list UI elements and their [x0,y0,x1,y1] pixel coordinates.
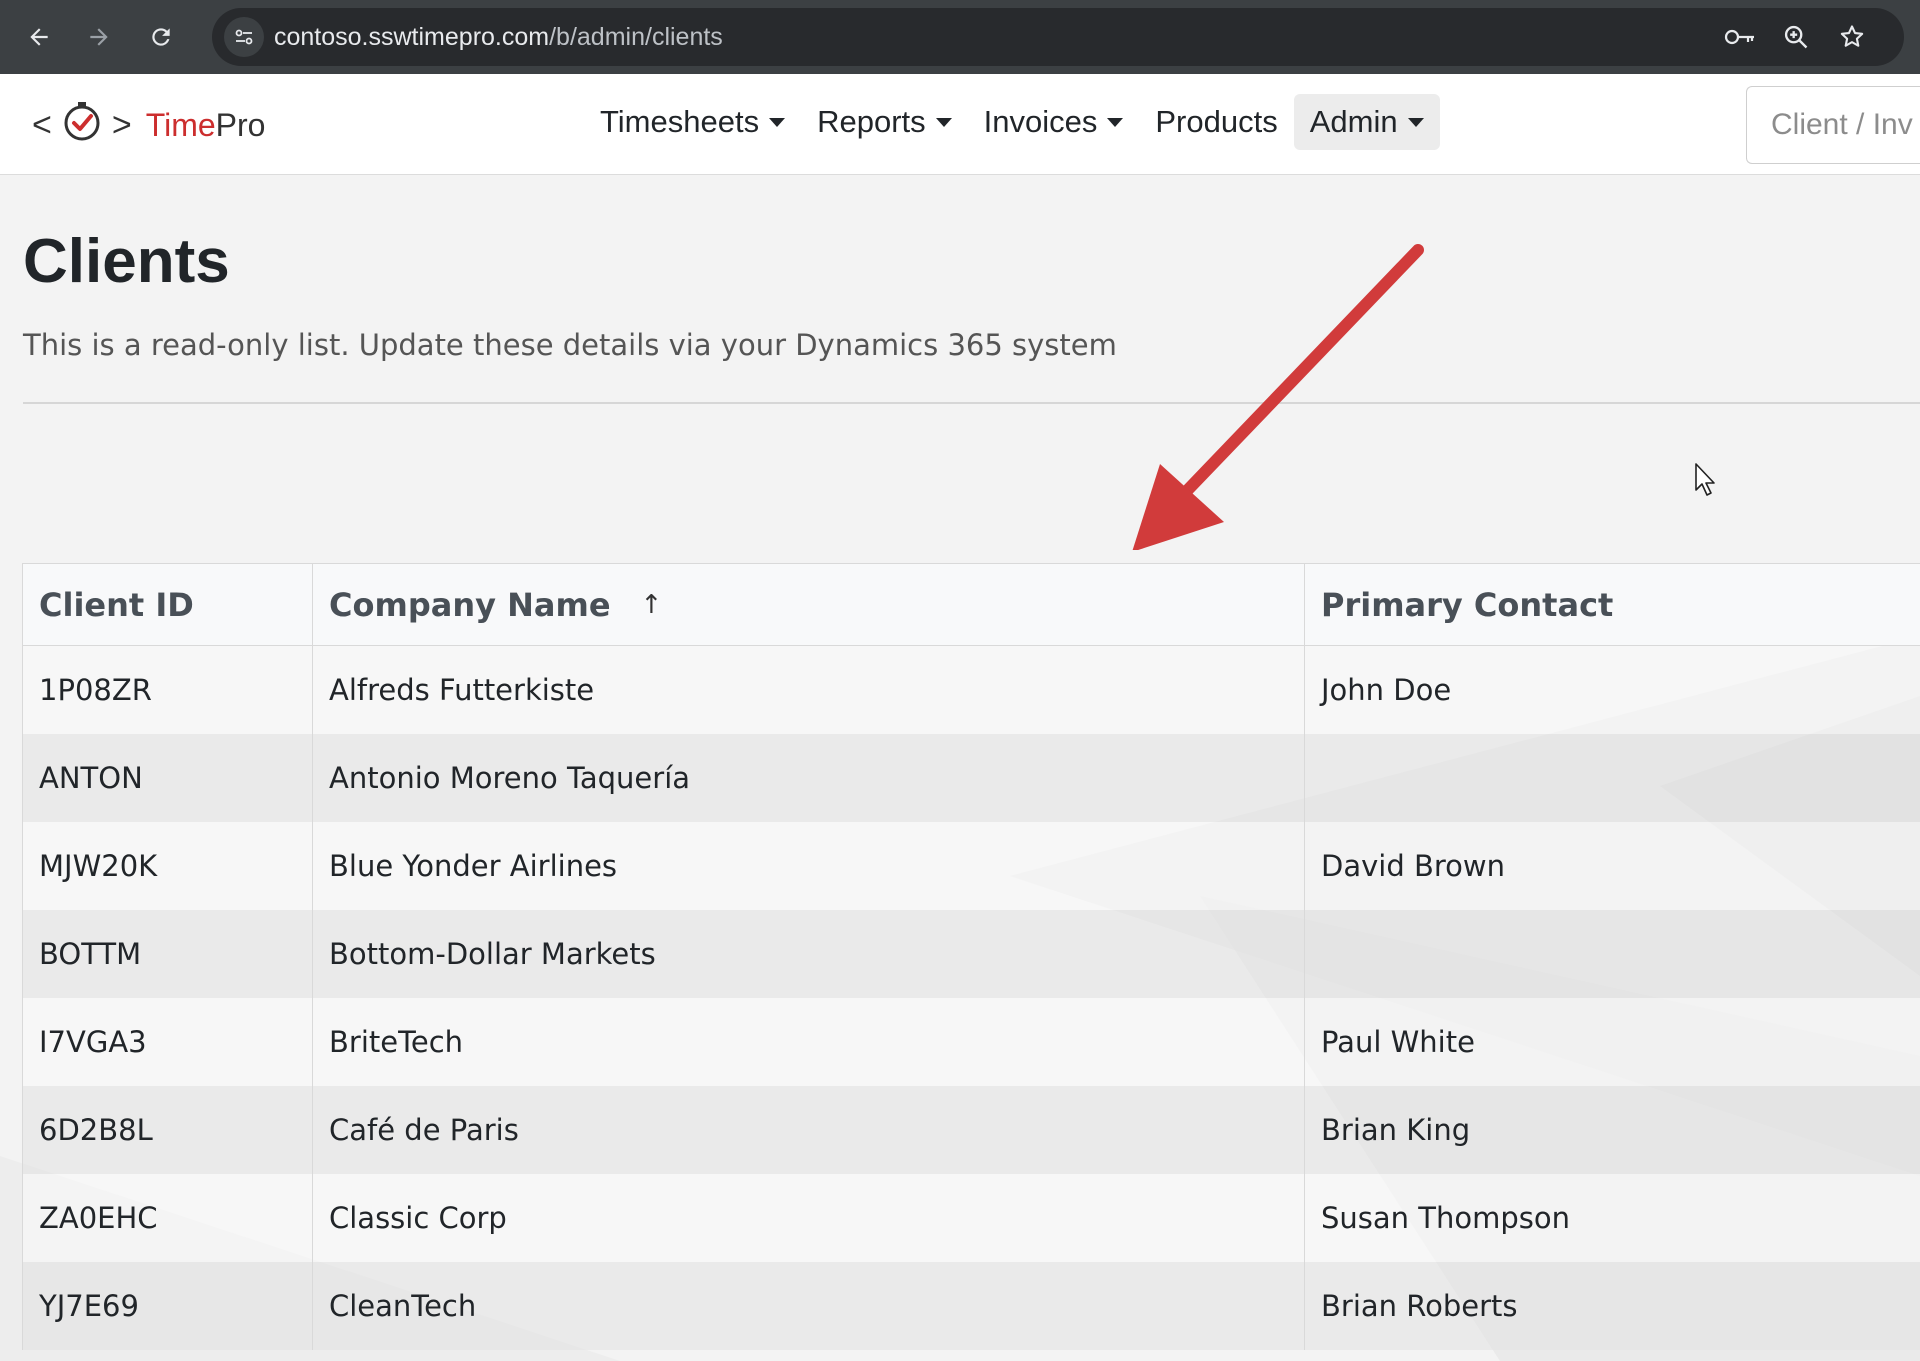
search-input[interactable] [1747,87,1920,163]
cell-client-id: YJ7E69 [22,1261,313,1350]
nav-timesheets[interactable]: Timesheets [584,94,801,150]
table-row[interactable]: 1P08ZR Alfreds Futterkiste John Doe [22,645,1920,734]
back-icon[interactable] [16,14,62,60]
column-header-company-name[interactable]: Company Name ↑ [312,563,1305,646]
cell-primary-contact: Susan Thompson [1304,1173,1920,1262]
reload-icon[interactable] [138,14,184,60]
brand-close-bracket: > [111,105,132,144]
bookmark-star-icon[interactable] [1832,17,1872,57]
cell-primary-contact: Brian Roberts [1304,1261,1920,1350]
nav-products-label: Products [1155,104,1278,139]
column-header-label: Primary Contact [1321,585,1614,624]
main-content: Clients This is a read-only list. Update… [0,176,1920,1361]
nav-invoices[interactable]: Invoices [968,94,1140,150]
nav-admin[interactable]: Admin [1293,94,1440,150]
mouse-pointer-icon [1695,463,1715,496]
nav-invoices-label: Invoices [983,104,1098,139]
cell-company-name: CleanTech [312,1261,1305,1350]
page-title: Clients [23,227,230,296]
cell-primary-contact: David Brown [1304,821,1920,910]
table-row[interactable]: BOTTM Bottom-Dollar Markets [22,909,1920,998]
cell-client-id: 6D2B8L [22,1085,313,1174]
caret-down-icon [1107,117,1124,127]
cell-primary-contact: John Doe [1304,645,1920,734]
url-path: /b/admin/clients [549,23,723,51]
cell-primary-contact [1304,733,1920,822]
nav-products[interactable]: Products [1139,94,1293,150]
stopwatch-icon [60,99,104,151]
table-row[interactable]: YJ7E69 CleanTech Brian Roberts [22,1261,1920,1350]
annotation-arrow [1132,244,1424,550]
table-row[interactable]: I7VGA3 BriteTech Paul White [22,997,1920,1086]
cell-client-id: ZA0EHC [22,1173,313,1262]
address-bar[interactable]: contoso.sswtimepro.com/b/admin/clients [212,8,1904,66]
table-row[interactable]: 6D2B8L Café de Paris Brian King [22,1085,1920,1174]
forward-icon[interactable] [76,14,122,60]
cell-client-id: ANTON [22,733,313,822]
cell-client-id: MJW20K [22,821,313,910]
caret-down-icon [769,117,786,127]
password-key-icon[interactable] [1720,17,1760,57]
clients-table: Client ID Company Name ↑ Primary Contact … [22,563,1920,1350]
column-header-label: Company Name [329,585,611,624]
cell-client-id: I7VGA3 [22,997,313,1086]
table-row[interactable]: ZA0EHC Classic Corp Susan Thompson [22,1173,1920,1262]
url-text[interactable]: contoso.sswtimepro.com/b/admin/clients [274,8,723,66]
column-header-label: Client ID [39,585,194,624]
caret-down-icon [1407,117,1424,127]
brand-pro: Pro [215,106,266,143]
browser-toolbar: contoso.sswtimepro.com/b/admin/clients [0,0,1920,74]
cell-primary-contact: Brian King [1304,1085,1920,1174]
site-settings-icon[interactable] [224,17,264,57]
cell-company-name: Bottom-Dollar Markets [312,909,1305,998]
zoom-icon[interactable] [1776,17,1816,57]
cell-primary-contact: Paul White [1304,997,1920,1086]
nav-timesheets-label: Timesheets [600,104,760,139]
app-header: < > Time Pro Timesheets Reports Invoices … [0,74,1920,175]
cell-company-name: BriteTech [312,997,1305,1086]
nav-reports[interactable]: Reports [801,94,968,150]
cell-company-name: Blue Yonder Airlines [312,821,1305,910]
column-header-client-id[interactable]: Client ID [22,563,313,646]
table-row[interactable]: ANTON Antonio Moreno Taquería [22,733,1920,822]
sort-ascending-icon[interactable]: ↑ [641,590,663,620]
cell-company-name: Café de Paris [312,1085,1305,1174]
cell-client-id: BOTTM [22,909,313,998]
nav-reports-label: Reports [817,104,926,139]
cell-company-name: Alfreds Futterkiste [312,645,1305,734]
nav-admin-label: Admin [1309,104,1398,139]
cell-company-name: Antonio Moreno Taquería [312,733,1305,822]
url-host: contoso.sswtimepro.com [274,23,550,51]
main-nav: Timesheets Reports Invoices Products Adm… [584,94,1440,150]
cell-primary-contact [1304,909,1920,998]
brand-logo[interactable]: < > Time Pro [32,98,265,152]
brand-time: Time [145,106,216,143]
page-subtitle: This is a read-only list. Update these d… [23,328,1117,362]
cell-company-name: Classic Corp [312,1173,1305,1262]
divider [23,402,1920,404]
caret-down-icon [935,117,952,127]
table-row[interactable]: MJW20K Blue Yonder Airlines David Brown [22,821,1920,910]
column-header-primary-contact[interactable]: Primary Contact [1304,563,1920,646]
table-header-row: Client ID Company Name ↑ Primary Contact [22,563,1920,646]
cell-client-id: 1P08ZR [22,645,313,734]
client-invoice-search[interactable] [1746,86,1920,164]
brand-open-bracket: < [32,105,52,144]
